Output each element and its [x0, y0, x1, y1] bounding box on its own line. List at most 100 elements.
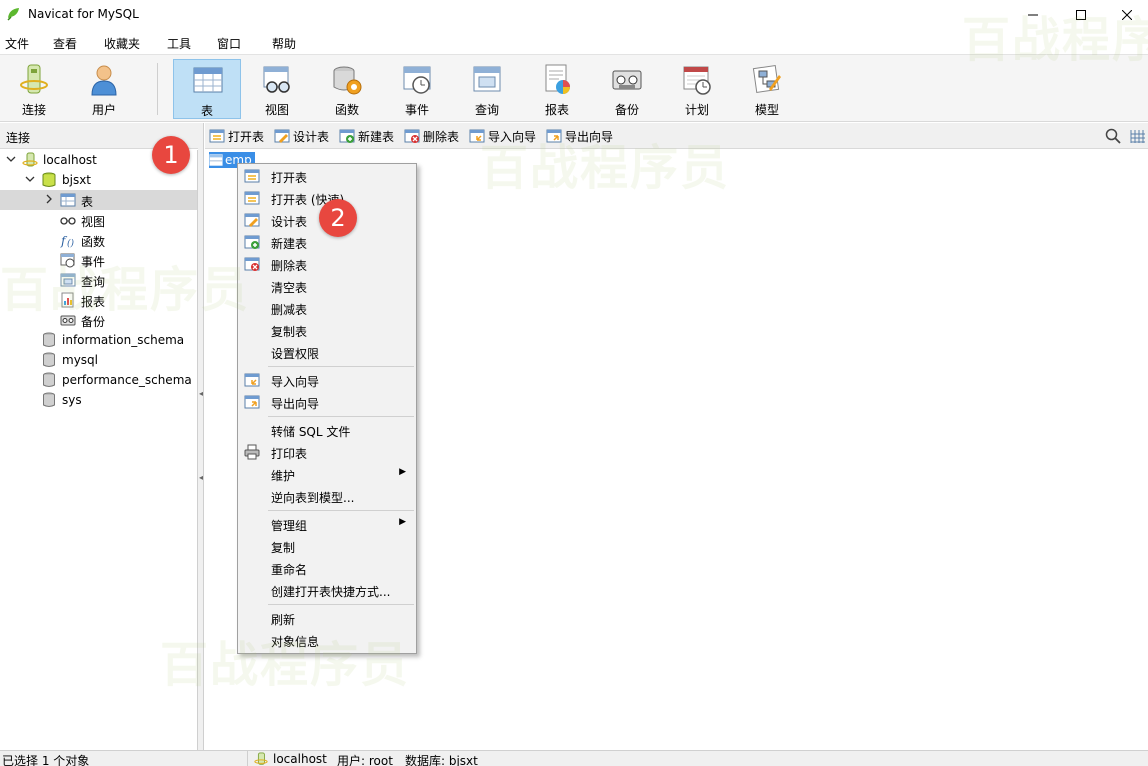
- view-icon: [263, 66, 290, 93]
- report-button[interactable]: 报表: [523, 59, 591, 119]
- export-wizard-label: 导出向导: [565, 129, 614, 144]
- new-table-button[interactable]: 新建表: [339, 127, 394, 145]
- new-table-icon: [339, 129, 355, 143]
- menu-print-table-label: 打印表: [271, 447, 308, 461]
- menu-set-permissions[interactable]: 设置权限: [238, 341, 416, 363]
- connection-icon: [22, 152, 38, 167]
- design-table-icon: [244, 213, 260, 227]
- pane-splitter[interactable]: ◂ ◂: [198, 123, 204, 750]
- tree-node-reports[interactable]: 报表: [0, 290, 197, 310]
- view-button[interactable]: 视图: [243, 59, 311, 119]
- view-label: 视图: [264, 103, 289, 117]
- open-table-button[interactable]: 打开表: [209, 127, 264, 145]
- menu-delete-table[interactable]: 删除表: [238, 253, 416, 275]
- menu-manage-group[interactable]: 管理组 ▶: [238, 513, 416, 535]
- report-label: 报表: [544, 103, 569, 117]
- function-label: 函数: [334, 103, 359, 117]
- tree-node-backups[interactable]: 备份: [0, 310, 197, 330]
- menu-window[interactable]: 窗口: [217, 35, 241, 52]
- menu-new-table[interactable]: 新建表: [238, 231, 416, 253]
- menu-dump-sql-label: 转储 SQL 文件: [271, 425, 351, 439]
- tree-node-tables[interactable]: 表: [0, 190, 197, 210]
- menu-object-info-label: 对象信息: [271, 635, 320, 649]
- menu-separator: [268, 604, 414, 605]
- menu-dump-sql[interactable]: 转储 SQL 文件: [238, 419, 416, 441]
- user-icon: [91, 65, 117, 96]
- event-label: 事件: [404, 103, 429, 117]
- context-menu: 打开表 打开表 (快速) 设计表 新建表 删除表 清空表 删减表 复制表 设置权…: [237, 163, 417, 654]
- function-icon: [333, 66, 362, 95]
- close-button[interactable]: [1104, 0, 1148, 30]
- collapse-left-icon[interactable]: ◂: [199, 389, 203, 401]
- connect-button[interactable]: 连接: [0, 59, 68, 119]
- menu-tools[interactable]: 工具: [167, 35, 191, 52]
- tree-node-sys[interactable]: sys: [0, 390, 197, 410]
- delete-table-icon: [244, 257, 260, 271]
- delete-table-icon: [404, 129, 420, 143]
- design-table-button[interactable]: 设计表: [274, 127, 329, 145]
- menu-open-table[interactable]: 打开表: [238, 165, 416, 187]
- menu-print-table[interactable]: 打印表: [238, 441, 416, 463]
- tree-node-events[interactable]: 事件: [0, 250, 197, 270]
- menu-object-info[interactable]: 对象信息: [238, 629, 416, 651]
- model-button[interactable]: 模型: [733, 59, 801, 119]
- event-icon: [60, 253, 75, 268]
- menu-rename[interactable]: 重命名: [238, 557, 416, 579]
- menu-refresh[interactable]: 刷新: [238, 607, 416, 629]
- export-wizard-button[interactable]: 导出向导: [546, 127, 613, 145]
- menu-copy-table[interactable]: 复制表: [238, 319, 416, 341]
- query-button[interactable]: 查询: [453, 59, 521, 119]
- menu-export-wizard-label: 导出向导: [271, 397, 320, 411]
- schedule-button[interactable]: 计划: [663, 59, 731, 119]
- tree-node-queries[interactable]: 查询: [0, 270, 197, 290]
- menu-empty-table[interactable]: 清空表: [238, 275, 416, 297]
- menu-export-wizard[interactable]: 导出向导: [238, 391, 416, 413]
- backup-button[interactable]: 备份: [593, 59, 661, 119]
- import-icon: [244, 373, 260, 387]
- report-icon: [545, 64, 570, 94]
- chevron-down-icon[interactable]: [6, 154, 16, 164]
- submenu-arrow-icon: ▶: [399, 467, 406, 477]
- tree-node-views[interactable]: 视图: [0, 210, 197, 230]
- import-icon: [469, 129, 485, 143]
- database-icon: [43, 332, 55, 347]
- search-icon[interactable]: [1105, 128, 1121, 144]
- menu-create-shortcut[interactable]: 创建打开表快捷方式...: [238, 579, 416, 601]
- tree-node-functions[interactable]: f () 函数: [0, 230, 197, 250]
- event-button[interactable]: 事件: [383, 59, 451, 119]
- menu-reverse-to-model[interactable]: 逆向表到模型...: [238, 485, 416, 507]
- grid-view-icon[interactable]: [1129, 128, 1145, 144]
- function-button[interactable]: 函数: [313, 59, 381, 119]
- table-button[interactable]: 表: [173, 59, 241, 119]
- menu-help[interactable]: 帮助: [272, 35, 296, 52]
- maximize-button[interactable]: [1058, 0, 1104, 30]
- status-user: 用户: root: [337, 754, 393, 766]
- open-table-quick-icon: [244, 191, 260, 205]
- menu-import-wizard[interactable]: 导入向导: [238, 369, 416, 391]
- tree-node-performance-schema[interactable]: performance_schema: [0, 370, 197, 390]
- menu-truncate-table[interactable]: 删减表: [238, 297, 416, 319]
- delete-table-label: 删除表: [423, 129, 460, 144]
- object-toolbar: 打开表 设计表 新建表 删除表 导入向导 导出向导: [205, 123, 1148, 149]
- menu-manage-group-label: 管理组: [271, 519, 308, 533]
- menu-maintain[interactable]: 维护 ▶: [238, 463, 416, 485]
- tree-label-reports: 报表: [81, 295, 106, 309]
- minimize-button[interactable]: [1010, 0, 1056, 30]
- user-button[interactable]: 用户: [70, 59, 138, 119]
- import-wizard-button[interactable]: 导入向导: [469, 127, 536, 145]
- menu-favorites[interactable]: 收藏夹: [104, 35, 140, 52]
- tree-node-information-schema[interactable]: information_schema: [0, 330, 197, 350]
- chevron-right-icon[interactable]: [44, 194, 54, 204]
- menu-view[interactable]: 查看: [53, 35, 77, 52]
- menu-file[interactable]: 文件: [5, 35, 29, 52]
- menu-create-shortcut-label: 创建打开表快捷方式...: [271, 585, 391, 599]
- event-icon: [403, 66, 431, 94]
- menu-copy[interactable]: 复制: [238, 535, 416, 557]
- navicat-window: Navicat for MySQL 文件 查看 收藏夹 工具 窗口 帮助 连接: [0, 0, 1148, 766]
- new-table-label: 新建表: [358, 129, 395, 144]
- chevron-down-icon[interactable]: [25, 174, 35, 184]
- collapse-left-icon[interactable]: ◂: [199, 473, 203, 485]
- tree-node-mysql[interactable]: mysql: [0, 350, 197, 370]
- export-icon: [546, 129, 562, 143]
- delete-table-button[interactable]: 删除表: [404, 127, 459, 145]
